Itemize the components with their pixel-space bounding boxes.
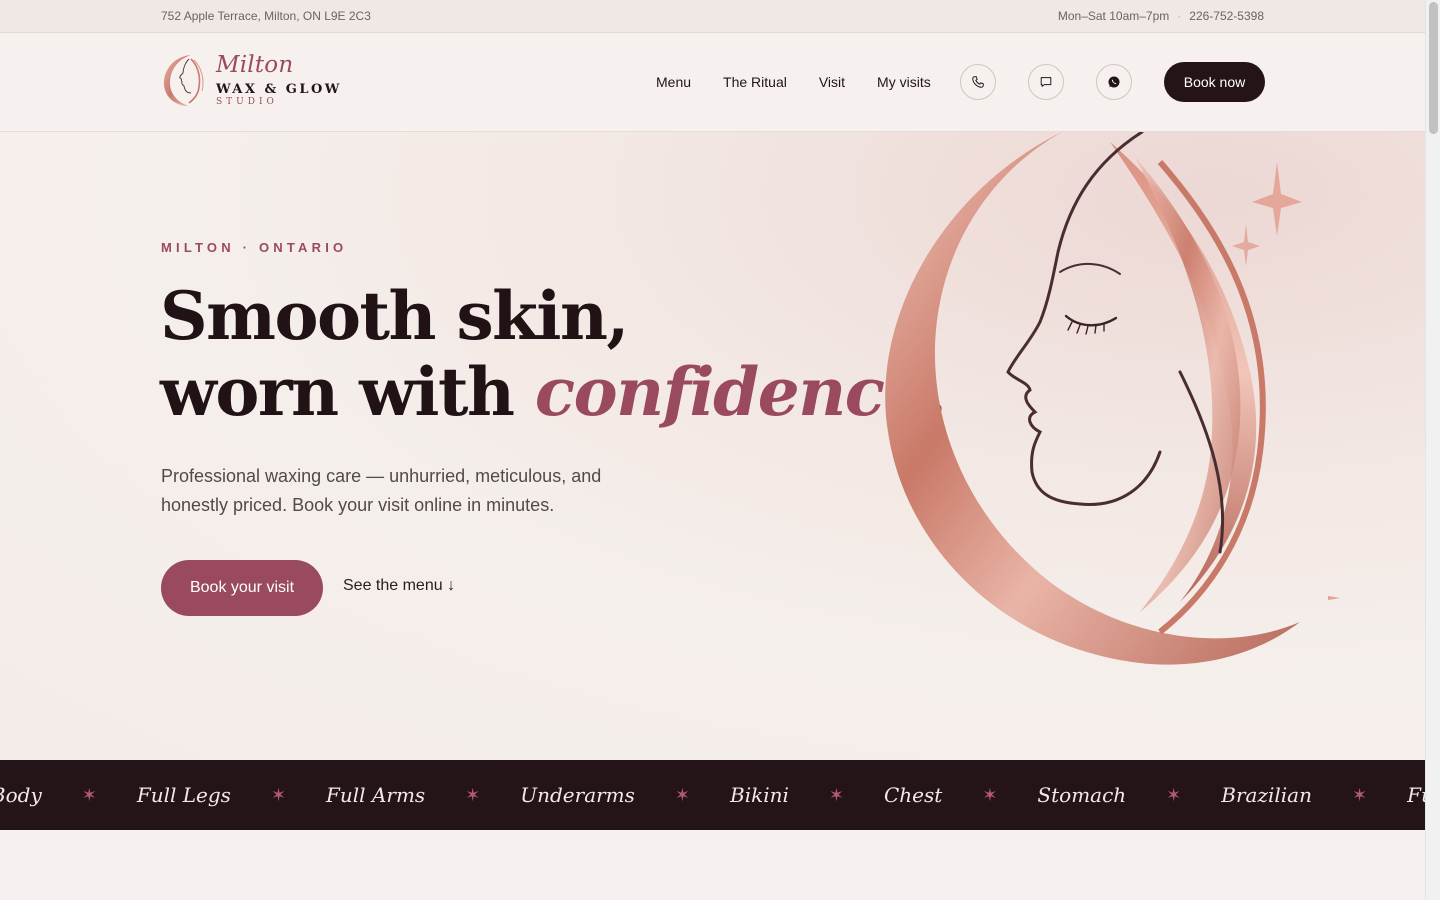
marquee-item: Brazilian bbox=[1221, 783, 1312, 807]
marquee-item: Underarms bbox=[520, 783, 635, 807]
hero-section: MILTON · ONTARIO Smooth skin, worn with … bbox=[0, 132, 1425, 760]
star-separator-icon: ✶ bbox=[1166, 784, 1182, 805]
hero-eyebrow: MILTON · ONTARIO bbox=[161, 240, 348, 255]
star-separator-icon: ✶ bbox=[465, 784, 481, 805]
marquee-item: Full Body bbox=[1407, 783, 1425, 807]
star-separator-icon: ✶ bbox=[674, 784, 691, 805]
message-icon bbox=[1040, 77, 1052, 87]
marquee-item: Chest bbox=[884, 783, 943, 807]
headline-line-1: Smooth skin, bbox=[160, 277, 629, 355]
book-now-button[interactable]: Book now bbox=[1164, 62, 1265, 102]
phone-link[interactable]: 226-752-5398 bbox=[1189, 9, 1264, 23]
scrollbar[interactable] bbox=[1425, 0, 1440, 900]
brand-logo[interactable]: Milton WAX & GLOW STUDIO bbox=[161, 51, 342, 109]
marquee-item: Stomach bbox=[1037, 783, 1127, 807]
star-separator-icon: ✶ bbox=[81, 784, 97, 805]
marquee-item: Bikini bbox=[730, 783, 789, 807]
marquee-item: Full Legs bbox=[136, 783, 231, 807]
hero-description: Professional waxing care — unhurried, me… bbox=[161, 466, 602, 515]
scrollbar-thumb[interactable] bbox=[1429, 2, 1438, 134]
star-separator-icon: ✶ bbox=[982, 784, 998, 805]
call-button[interactable] bbox=[960, 64, 996, 100]
logo-face-icon bbox=[163, 55, 204, 106]
main-nav: Menu The Ritual Visit My visits bbox=[656, 74, 931, 90]
message-button[interactable] bbox=[1028, 64, 1064, 100]
see-the-menu-link[interactable]: See the menu ↓ bbox=[343, 577, 455, 595]
address-text: 752 Apple Terrace, Milton, ON L9E 2C3 bbox=[161, 9, 371, 23]
page: 752 Apple Terrace, Milton, ON L9E 2C3 Mo… bbox=[0, 0, 1425, 900]
services-marquee: Full Body ✶ Full Legs ✶ Full Arms ✶ Underarms ✶… bbox=[0, 760, 1425, 830]
whatsapp-icon bbox=[1108, 76, 1120, 88]
whatsapp-button[interactable] bbox=[1096, 64, 1132, 100]
contact-info: Mon–Sat 10am–7pm · 226-752-5398 bbox=[1058, 9, 1264, 23]
site-header: Milton WAX & GLOW STUDIO Menu The Ritual… bbox=[0, 33, 1425, 132]
marquee-track: Full Body ✶ Full Legs ✶ Full Arms ✶ Underarms ✶… bbox=[0, 760, 1425, 830]
brand-sub: STUDIO bbox=[216, 96, 278, 107]
phone-icon bbox=[972, 76, 984, 88]
brand-script: Milton bbox=[216, 51, 294, 78]
headline-line-2: worn with bbox=[160, 353, 535, 431]
next-section bbox=[0, 830, 1425, 900]
marquee-item: Full Body bbox=[0, 783, 42, 807]
hero-headline: Smooth skin, worn with confidence. bbox=[160, 277, 947, 431]
nav-item-my-visits[interactable]: My visits bbox=[877, 74, 931, 90]
top-info-bar: 752 Apple Terrace, Milton, ON L9E 2C3 Mo… bbox=[0, 0, 1425, 33]
hours-text: Mon–Sat 10am–7pm bbox=[1057, 9, 1170, 23]
marquee-item: Full Arms bbox=[326, 783, 426, 807]
brand-name: WAX & GLOW bbox=[216, 81, 342, 97]
nav-item-menu[interactable]: Menu bbox=[656, 74, 691, 90]
nav-item-the-ritual[interactable]: The Ritual bbox=[723, 74, 787, 90]
separator-dot: · bbox=[1177, 9, 1182, 23]
book-your-visit-button[interactable]: Book your visit bbox=[161, 560, 323, 616]
woman-profile-illustration bbox=[885, 132, 1340, 665]
nav-item-visit[interactable]: Visit bbox=[819, 74, 845, 90]
star-separator-icon: ✶ bbox=[828, 784, 844, 805]
star-separator-icon: ✶ bbox=[270, 784, 287, 805]
star-separator-icon: ✶ bbox=[1351, 784, 1368, 805]
